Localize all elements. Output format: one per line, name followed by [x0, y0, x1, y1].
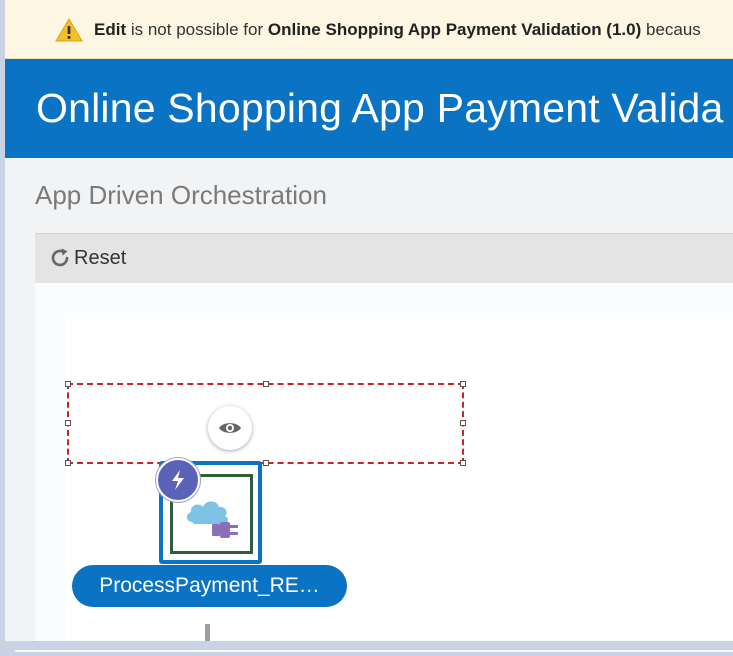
canvas-toolbar: Reset	[35, 233, 733, 283]
main-content: App Driven Orchestration Reset ProcessPa…	[5, 158, 733, 644]
integration-title: Online Shopping App Payment Valida	[36, 85, 724, 131]
warning-text-mid: is not possible for	[126, 20, 268, 39]
selection-box[interactable]	[65, 381, 466, 466]
bottom-divider	[15, 650, 733, 652]
refresh-icon	[51, 248, 69, 267]
warning-banner: Edit is not possible for Online Shopping…	[5, 0, 733, 59]
resize-handle[interactable]	[65, 420, 71, 426]
integration-type-subtitle: App Driven Orchestration	[35, 180, 327, 210]
reset-button[interactable]: Reset	[49, 244, 126, 272]
resize-handle[interactable]	[460, 381, 466, 387]
resize-handle[interactable]	[460, 420, 466, 426]
bottom-edge	[0, 641, 733, 656]
eye-icon	[219, 423, 241, 433]
warning-message: Edit is not possible for Online Shopping…	[94, 20, 701, 40]
orchestration-canvas[interactable]: ProcessPayment_RE…	[35, 283, 733, 644]
resize-handle[interactable]	[263, 460, 269, 466]
trigger-badge	[156, 458, 200, 502]
warning-action: Edit	[94, 20, 127, 39]
resize-handle[interactable]	[460, 460, 466, 466]
integration-header: Online Shopping App Payment Valida	[5, 59, 733, 158]
reset-label: Reset	[74, 246, 127, 269]
trigger-node-label[interactable]: ProcessPayment_RE…	[72, 565, 347, 607]
warning-integration-name: Online Shopping App Payment Validation (…	[267, 20, 642, 39]
resize-handle[interactable]	[65, 381, 71, 387]
view-button[interactable]	[208, 406, 252, 450]
plug-icon	[212, 522, 238, 538]
resize-handle[interactable]	[263, 381, 269, 387]
warning-icon	[55, 18, 83, 42]
lightning-icon	[172, 470, 184, 490]
warning-text-tail: becaus	[641, 20, 701, 39]
resize-handle[interactable]	[65, 460, 71, 466]
